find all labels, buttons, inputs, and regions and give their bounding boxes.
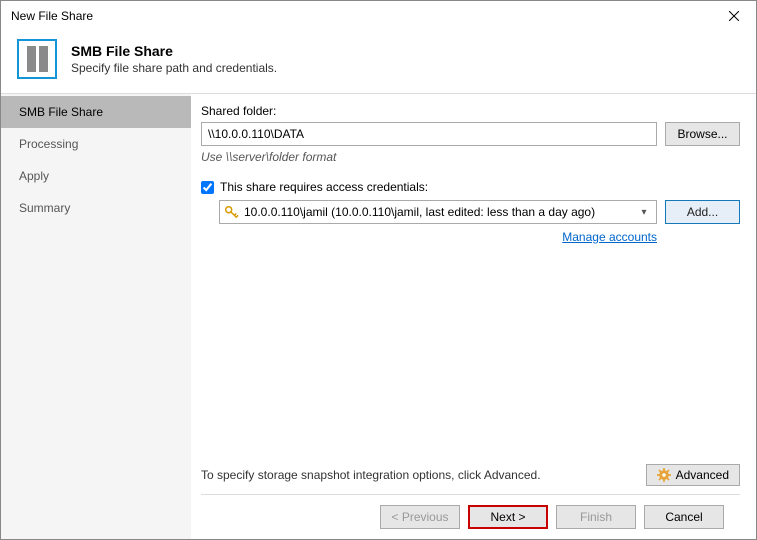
sidebar-item-smb-file-share[interactable]: SMB File Share	[1, 96, 191, 128]
sidebar: SMB File Share Processing Apply Summary	[1, 94, 191, 539]
header-text: SMB File Share Specify file share path a…	[71, 43, 277, 75]
dialog-window: New File Share SMB File Share Specify fi…	[0, 0, 757, 540]
manage-accounts-link[interactable]: Manage accounts	[201, 230, 657, 244]
chevron-down-icon: ▾	[636, 207, 652, 218]
key-icon	[224, 205, 239, 220]
next-button[interactable]: Next >	[468, 505, 548, 529]
close-button[interactable]	[711, 1, 756, 31]
shared-folder-input[interactable]	[201, 122, 657, 146]
cancel-button[interactable]: Cancel	[644, 505, 724, 529]
sidebar-item-apply[interactable]: Apply	[1, 160, 191, 192]
advanced-hint: To specify storage snapshot integration …	[201, 468, 541, 482]
footer: < Previous Next > Finish Cancel	[201, 494, 740, 539]
header-title: SMB File Share	[71, 43, 277, 59]
credentials-checkbox-label: This share requires access credentials:	[220, 180, 428, 194]
advanced-button-label: Advanced	[676, 468, 729, 482]
header-subtitle: Specify file share path and credentials.	[71, 61, 277, 75]
titlebar: New File Share	[1, 1, 756, 31]
gear-icon	[657, 468, 671, 482]
credentials-selected: 10.0.0.110\jamil (10.0.0.110\jamil, last…	[244, 205, 636, 219]
sidebar-item-summary[interactable]: Summary	[1, 192, 191, 224]
previous-button[interactable]: < Previous	[380, 505, 460, 529]
content: Shared folder: Browse... Use \\server\fo…	[191, 94, 756, 539]
browse-button[interactable]: Browse...	[665, 122, 740, 146]
window-title: New File Share	[11, 9, 93, 23]
add-button[interactable]: Add...	[665, 200, 740, 224]
sidebar-item-processing[interactable]: Processing	[1, 128, 191, 160]
format-hint: Use \\server\folder format	[201, 150, 740, 164]
shared-folder-label: Shared folder:	[201, 104, 740, 118]
credentials-checkbox[interactable]	[201, 181, 214, 194]
body: SMB File Share Processing Apply Summary …	[1, 93, 756, 539]
close-icon	[729, 11, 739, 21]
credentials-dropdown[interactable]: 10.0.0.110\jamil (10.0.0.110\jamil, last…	[219, 200, 657, 224]
header: SMB File Share Specify file share path a…	[1, 31, 756, 93]
advanced-button[interactable]: Advanced	[646, 464, 740, 486]
share-icon	[17, 39, 57, 79]
finish-button[interactable]: Finish	[556, 505, 636, 529]
